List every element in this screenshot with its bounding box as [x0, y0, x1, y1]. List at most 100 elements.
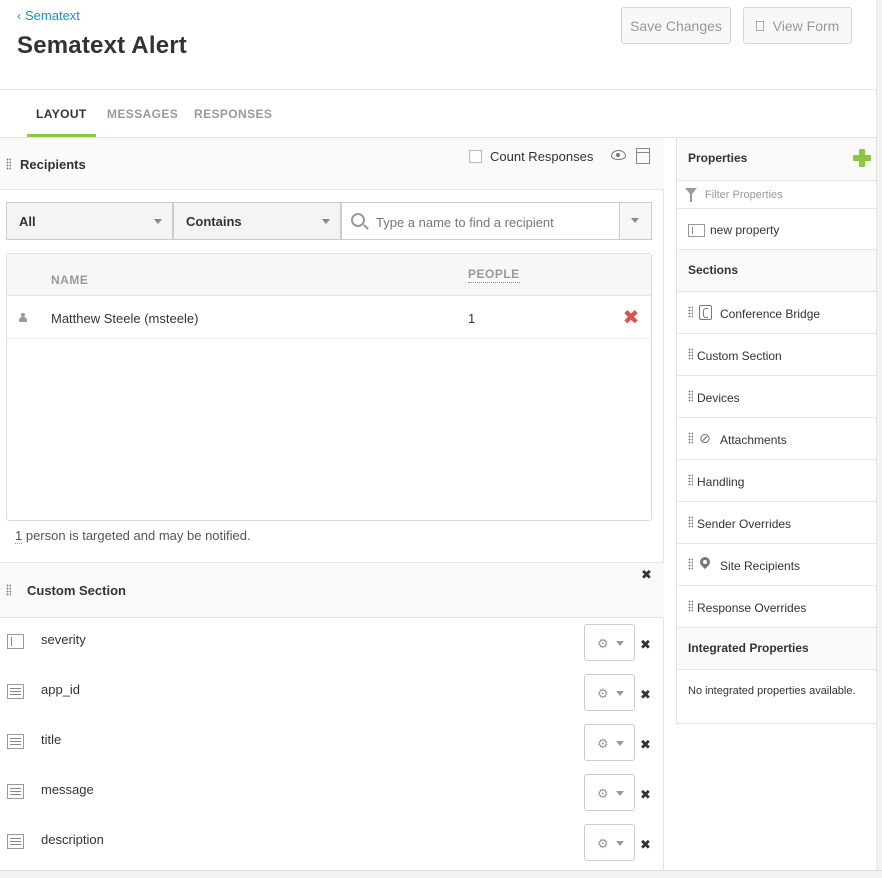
table-row: Matthew Steele (msteele) 1 ✖	[7, 296, 651, 339]
tab-responses[interactable]: RESPONSES	[194, 107, 272, 121]
chevron-down-icon	[616, 641, 624, 646]
section-label: Custom Section	[697, 349, 782, 363]
drag-handle-icon[interactable]	[6, 158, 11, 170]
text-field-icon	[7, 684, 24, 699]
add-property-icon[interactable]	[853, 149, 871, 167]
collapse-icon[interactable]	[636, 148, 650, 164]
text-field-icon	[7, 834, 24, 849]
remove-field-icon[interactable]: ✖	[640, 737, 651, 753]
drag-handle-icon[interactable]	[688, 432, 693, 444]
gear-icon: ⚙	[597, 686, 609, 701]
field-label: app_id	[41, 682, 81, 697]
chevron-down-icon	[616, 691, 624, 696]
remove-field-icon[interactable]: ✖	[640, 687, 651, 703]
gear-icon: ⚙	[597, 836, 609, 851]
field-row[interactable]: title ⚙ ✖	[0, 718, 664, 768]
field-label: severity	[41, 632, 86, 647]
section-item-conference-bridge[interactable]: Conference Bridge	[677, 292, 877, 334]
save-changes-label: Save Changes	[630, 17, 722, 34]
recipient-search	[341, 202, 652, 240]
drag-handle-icon[interactable]	[688, 516, 693, 528]
section-item-attachments[interactable]: ⊘ Attachments	[677, 418, 877, 460]
eye-icon[interactable]	[611, 150, 626, 160]
drag-handle-icon[interactable]	[6, 584, 11, 596]
field-settings-button[interactable]: ⚙	[584, 774, 635, 811]
tab-layout[interactable]: LAYOUT	[36, 107, 87, 121]
filter-properties-input[interactable]	[705, 187, 865, 203]
tab-bar: LAYOUT MESSAGES RESPONSES	[0, 91, 876, 138]
active-tab-indicator	[27, 134, 96, 137]
field-settings-button[interactable]: ⚙	[584, 624, 635, 661]
close-section-icon[interactable]: ✖	[641, 567, 652, 583]
section-item-response-overrides[interactable]: Response Overrides	[677, 586, 877, 628]
scope-select[interactable]: All	[6, 202, 173, 240]
column-header-people[interactable]: PEOPLE	[468, 267, 520, 283]
remove-field-icon[interactable]: ✖	[640, 787, 651, 803]
gear-icon: ⚙	[597, 636, 609, 651]
drag-handle-icon[interactable]	[688, 474, 693, 486]
field-settings-button[interactable]: ⚙	[584, 674, 635, 711]
section-item-devices[interactable]: Devices	[677, 376, 877, 418]
drag-handle-icon[interactable]	[688, 390, 693, 402]
breadcrumb-link[interactable]: ‹ Sematext	[17, 8, 80, 23]
remove-field-icon[interactable]: ✖	[640, 837, 651, 853]
save-changes-button[interactable]: Save Changes	[621, 7, 731, 44]
table-header: NAME PEOPLE	[7, 254, 651, 296]
property-item[interactable]: new property	[677, 209, 877, 250]
sections-title: Sections	[688, 263, 739, 277]
phone-icon	[699, 305, 712, 320]
filter-icon	[685, 188, 697, 202]
integrated-properties-header: Integrated Properties	[677, 628, 877, 670]
section-label: Response Overrides	[697, 601, 807, 615]
count-responses-label: Count Responses	[490, 149, 594, 164]
remove-recipient-icon[interactable]: ✖	[622, 308, 640, 328]
custom-section-title: Custom Section	[27, 583, 126, 598]
field-row[interactable]: app_id ⚙ ✖	[0, 668, 664, 718]
field-row[interactable]: description ⚙ ✖	[0, 818, 664, 868]
drag-handle-icon[interactable]	[688, 558, 693, 570]
properties-sidebar: Properties new property Sections Confere…	[676, 138, 877, 724]
section-item-handling[interactable]: Handling	[677, 460, 877, 502]
custom-section-header: Custom Section ✖	[0, 562, 664, 618]
breadcrumb-label: Sematext	[25, 8, 80, 23]
tab-messages[interactable]: MESSAGES	[107, 107, 178, 121]
section-item-sender-overrides[interactable]: Sender Overrides	[677, 502, 877, 544]
section-item-custom-section[interactable]: Custom Section	[677, 334, 877, 376]
field-row[interactable]: severity ⚙ ✖	[0, 618, 664, 668]
search-dropdown-button[interactable]	[619, 203, 651, 239]
single-line-field-icon	[688, 224, 705, 237]
column-header-name[interactable]: NAME	[51, 273, 88, 287]
recipients-table: NAME PEOPLE Matthew Steele (msteele) 1 ✖	[6, 253, 652, 521]
field-settings-button[interactable]: ⚙	[584, 724, 635, 761]
chevron-down-icon	[154, 219, 162, 224]
properties-title: Properties	[688, 151, 748, 165]
integrated-properties-body: No integrated properties available.	[677, 670, 877, 724]
gear-icon: ⚙	[597, 736, 609, 751]
chevron-down-icon	[616, 791, 624, 796]
field-row[interactable]: message ⚙ ✖	[0, 768, 664, 818]
recipient-search-input[interactable]	[376, 212, 616, 232]
section-label: Attachments	[720, 433, 787, 447]
single-line-field-icon	[7, 634, 24, 649]
field-settings-button[interactable]: ⚙	[584, 824, 635, 861]
drag-handle-icon[interactable]	[688, 348, 693, 360]
remove-field-icon[interactable]: ✖	[640, 637, 651, 653]
map-pin-icon	[699, 557, 712, 572]
recipient-name: Matthew Steele (msteele)	[51, 311, 199, 326]
section-item-site-recipients[interactable]: Site Recipients	[677, 544, 877, 586]
operator-select[interactable]: Contains	[173, 202, 341, 240]
section-label: Devices	[697, 391, 740, 405]
chevron-down-icon	[616, 841, 624, 846]
property-label: new property	[710, 223, 780, 237]
page-title: Sematext Alert	[17, 32, 187, 59]
drag-handle-icon[interactable]	[688, 306, 693, 318]
count-responses-checkbox[interactable]	[469, 150, 482, 163]
view-form-label: View Form	[772, 17, 840, 34]
view-form-button[interactable]: View Form	[743, 7, 852, 44]
text-field-icon	[7, 784, 24, 799]
filter-properties	[677, 181, 877, 209]
field-label: message	[41, 782, 94, 797]
integrated-properties-empty: No integrated properties available.	[688, 685, 856, 697]
recipients-title: Recipients	[20, 157, 86, 172]
drag-handle-icon[interactable]	[688, 600, 693, 612]
